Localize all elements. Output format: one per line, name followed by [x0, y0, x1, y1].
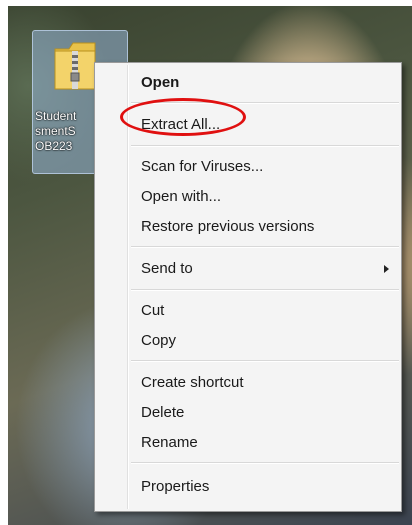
menu-item-properties[interactable]: Properties [141, 473, 391, 501]
menu-item-scan-for-viruses[interactable]: Scan for Viruses... [141, 153, 391, 181]
menu-item-send-to[interactable]: Send to [141, 255, 391, 283]
file-name-label: Student smentS OB223 [35, 109, 77, 153]
menu-item-restore-previous-versions[interactable]: Restore previous versions [141, 213, 391, 241]
menu-separator [131, 360, 399, 362]
menu-item-delete[interactable]: Delete [141, 399, 391, 427]
menu-item-open-with[interactable]: Open with... [141, 183, 391, 211]
menu-separator [131, 145, 399, 147]
submenu-arrow-icon [384, 265, 389, 273]
menu-separator [131, 246, 399, 248]
menu-item-create-shortcut[interactable]: Create shortcut [141, 369, 391, 397]
desktop-background: Student smentS OB223 Open Extract All...… [8, 6, 412, 525]
zip-folder-icon [54, 42, 96, 90]
menu-separator [131, 462, 399, 464]
menu-item-cut[interactable]: Cut [141, 297, 391, 325]
menu-item-rename[interactable]: Rename [141, 429, 391, 457]
menu-item-open[interactable]: Open [141, 69, 391, 97]
menu-item-copy[interactable]: Copy [141, 327, 391, 355]
menu-separator [131, 289, 399, 291]
red-highlight-circle [120, 98, 246, 136]
